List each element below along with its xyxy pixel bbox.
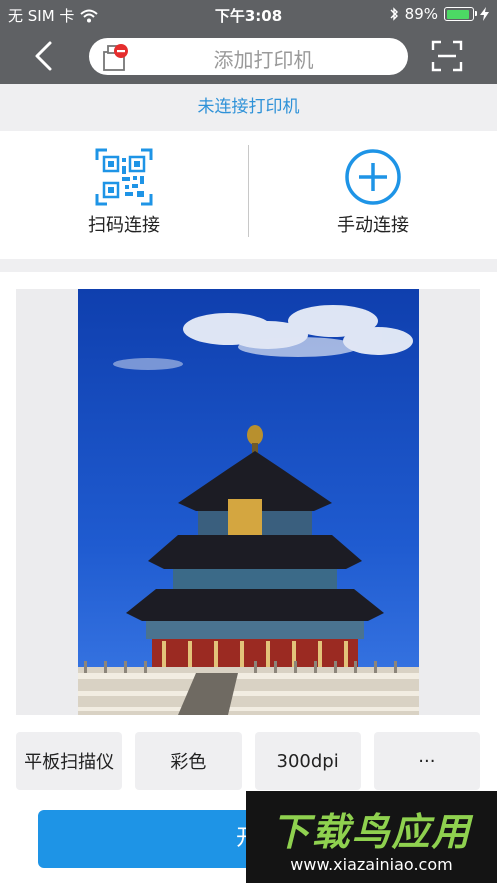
scan-qr-connect-button[interactable]: 扫码连接 <box>0 131 248 259</box>
add-printer-field[interactable]: 添加打印机 <box>89 38 408 75</box>
status-bar: 无 SIM 卡 下午3:08 89% <box>0 0 497 28</box>
battery-percent: 89% <box>404 5 438 23</box>
back-chevron-icon[interactable] <box>28 40 60 72</box>
watermark-url: www.xiazainiao.com <box>290 855 453 874</box>
scan-preview <box>16 289 480 715</box>
top-nav-bar: 添加打印机 <box>0 28 497 84</box>
scanner-type-button[interactable]: 平板扫描仪 <box>16 732 123 790</box>
battery-icon <box>444 7 477 21</box>
printer-disconnected-icon <box>103 44 128 71</box>
section-gap <box>0 259 497 272</box>
color-mode-button[interactable]: 彩色 <box>135 732 242 790</box>
more-options-button[interactable]: ··· <box>373 732 480 790</box>
charging-icon <box>480 7 489 21</box>
plus-circle-icon <box>345 149 401 205</box>
add-printer-text: 添加打印机 <box>213 48 314 72</box>
watermark-title: 下载鸟应用 <box>271 810 472 854</box>
qr-code-icon <box>95 148 153 206</box>
scan-qr-label: 扫码连接 <box>88 215 160 236</box>
scan-frame-icon[interactable] <box>431 40 463 72</box>
printer-status-text: 未连接打印机 <box>0 84 497 131</box>
scan-options: 平板扫描仪 彩色 300dpi ··· <box>16 732 480 790</box>
site-watermark: 下载鸟应用 www.xiazainiao.com <box>246 791 497 883</box>
resolution-button[interactable]: 300dpi <box>254 732 361 790</box>
manual-connect-label: 手动连接 <box>337 215 409 236</box>
manual-connect-button[interactable]: 手动连接 <box>249 131 497 259</box>
connect-panel: 扫码连接 手动连接 <box>0 131 497 259</box>
preview-photo-temple <box>78 289 419 715</box>
bluetooth-icon <box>390 7 398 21</box>
